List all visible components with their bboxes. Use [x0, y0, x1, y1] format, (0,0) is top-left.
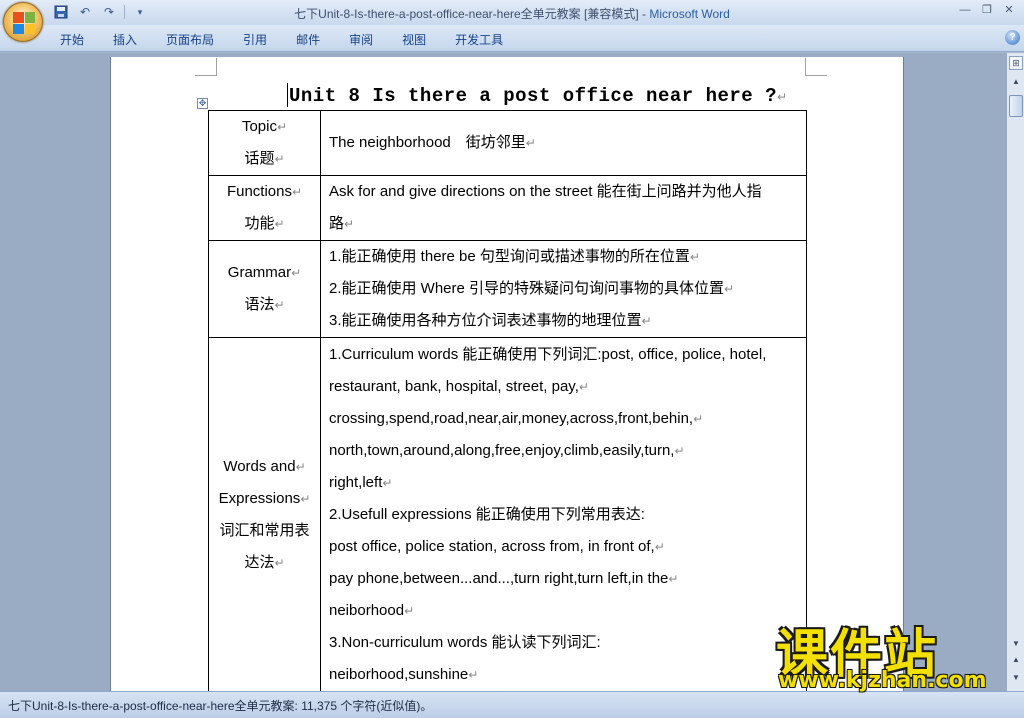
- tab-page-layout[interactable]: 页面布局: [166, 31, 214, 48]
- row-label-functions: Functions↵ 功能↵: [208, 175, 321, 241]
- window-controls: — ❐ ✕: [956, 2, 1018, 18]
- table-row: Words and↵ Expressions↵ 词汇和常用表 达法↵ 1.Cur…: [208, 337, 807, 691]
- paragraph-mark: ↵: [776, 90, 788, 104]
- vertical-scrollbar[interactable]: ⊞ ▲ ▼ ▲ ▼: [1006, 53, 1024, 691]
- restore-icon[interactable]: ❐: [978, 2, 996, 18]
- office-logo-icon: [13, 12, 35, 34]
- status-text: 七下Unit-8-Is-there-a-post-office-near-her…: [8, 699, 433, 713]
- window-title: 七下Unit-8-Is-there-a-post-office-near-her…: [0, 5, 1024, 22]
- tab-home[interactable]: 开始: [60, 31, 84, 48]
- row-content-grammar: 1.能正确使用 there be 句型询问或描述事物的所在位置↵ 2.能正确使用…: [320, 240, 807, 338]
- document-name: 七下Unit-8-Is-there-a-post-office-near-her…: [294, 7, 650, 21]
- table-row: Functions↵ 功能↵ Ask for and give directio…: [208, 175, 807, 241]
- tab-mailings[interactable]: 邮件: [296, 31, 320, 48]
- tab-references[interactable]: 引用: [243, 31, 267, 48]
- row-content-functions: Ask for and give directions on the stree…: [320, 175, 807, 241]
- scroll-up-icon[interactable]: ▲: [1009, 75, 1023, 89]
- ribbon: 开始 插入 页面布局 引用 邮件 审阅 视图 开发工具 ?: [0, 25, 1024, 52]
- document-page[interactable]: Unit 8 Is there a post office near here …: [110, 57, 904, 691]
- scroll-down-icon[interactable]: ▼: [1009, 637, 1023, 651]
- tab-insert[interactable]: 插入: [113, 31, 137, 48]
- text-cursor: [287, 83, 288, 107]
- table-row: Grammar↵ 语法↵ 1.能正确使用 there be 句型询问或描述事物的…: [208, 240, 807, 338]
- ribbon-tabs: 开始 插入 页面布局 引用 邮件 审阅 视图 开发工具: [60, 31, 532, 48]
- watermark: 课件站 www.kjzhan.com: [770, 612, 1010, 694]
- document-title-text: Unit 8 Is there a post office near here …: [289, 85, 777, 107]
- app-name: Microsoft Word: [649, 7, 730, 21]
- row-label-words: Words and↵ Expressions↵ 词汇和常用表 达法↵: [208, 337, 321, 691]
- tab-view[interactable]: 视图: [402, 31, 426, 48]
- row-label-topic: Topic↵ 话题↵: [208, 110, 321, 176]
- document-title: Unit 8 Is there a post office near here …: [289, 85, 788, 107]
- watermark-url: www.kjzhan.com: [778, 668, 987, 693]
- ruler-toggle-icon[interactable]: ⊞: [1009, 56, 1023, 70]
- help-icon[interactable]: ?: [1005, 30, 1020, 45]
- margin-corner-mark: [805, 58, 827, 76]
- previous-page-icon[interactable]: ▲: [1009, 653, 1023, 667]
- margin-corner-mark: [195, 58, 217, 76]
- table-move-handle-icon[interactable]: ✥: [197, 98, 208, 109]
- table-row: Topic↵ 话题↵ The neighborhood 街坊邻里↵: [208, 110, 807, 176]
- next-page-icon[interactable]: ▼: [1009, 671, 1023, 685]
- document-area[interactable]: Unit 8 Is there a post office near here …: [0, 53, 1006, 691]
- row-content-words: 1.Curriculum words 能正确使用下列词汇:post, offic…: [320, 337, 807, 691]
- tab-review[interactable]: 审阅: [349, 31, 373, 48]
- office-button[interactable]: [3, 2, 43, 42]
- row-content-topic: The neighborhood 街坊邻里↵: [320, 110, 807, 176]
- close-icon[interactable]: ✕: [1000, 2, 1018, 18]
- status-bar: 七下Unit-8-Is-there-a-post-office-near-her…: [0, 691, 1024, 718]
- row-label-grammar: Grammar↵ 语法↵: [208, 240, 321, 338]
- scrollbar-thumb[interactable]: [1009, 95, 1023, 117]
- tab-developer[interactable]: 开发工具: [455, 31, 503, 48]
- minimize-icon[interactable]: —: [956, 2, 974, 18]
- objectives-table: Topic↵ 话题↵ The neighborhood 街坊邻里↵ Functi…: [208, 110, 807, 691]
- title-bar: ↶ ↷ ▾ 七下Unit-8-Is-there-a-post-office-ne…: [0, 0, 1024, 42]
